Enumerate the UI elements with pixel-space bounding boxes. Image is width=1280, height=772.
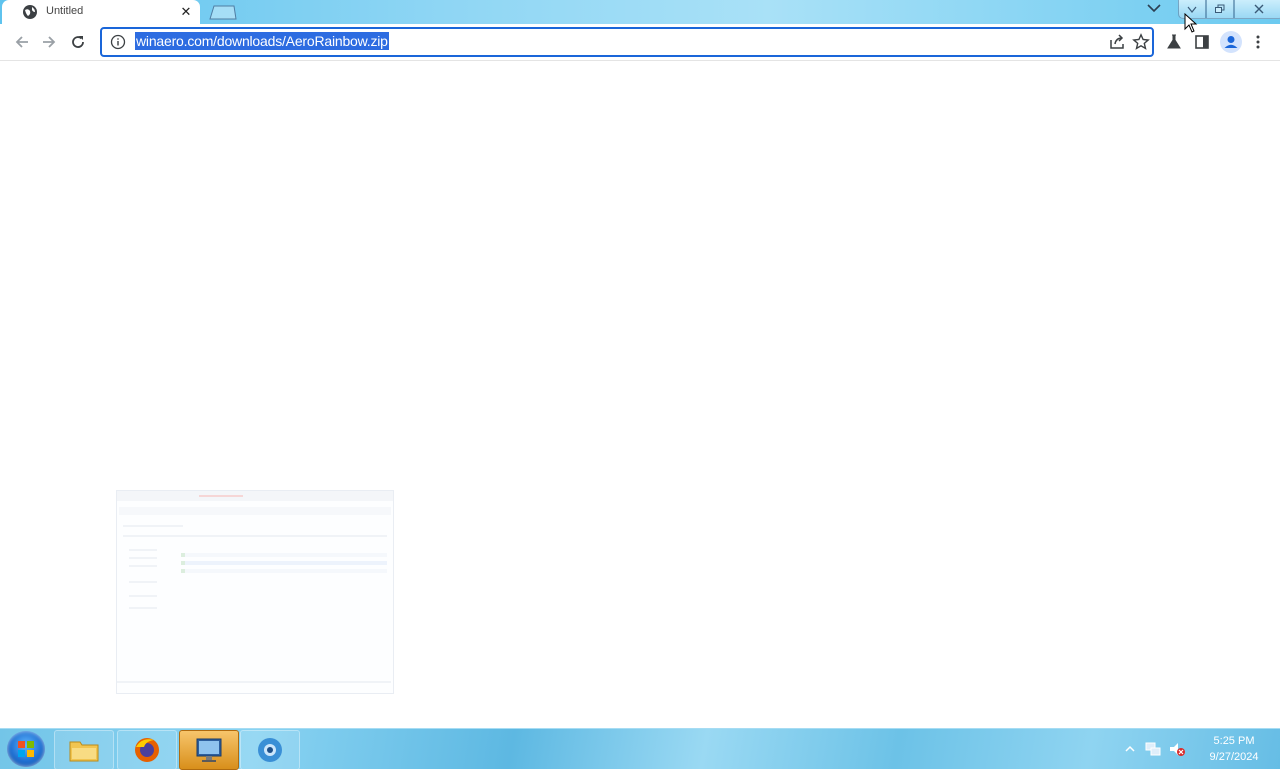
restore-icon — [1215, 4, 1225, 13]
taskbar-item-explorer[interactable] — [54, 730, 114, 770]
kebab-menu-icon — [1256, 35, 1260, 49]
windows-logo-icon — [18, 741, 34, 757]
network-icon[interactable] — [1144, 740, 1162, 758]
address-bar[interactable]: winaero.com/downloads/AeroRainbow.zip — [100, 27, 1154, 57]
volume-muted-icon[interactable] — [1168, 740, 1186, 758]
share-icon[interactable] — [1108, 33, 1126, 51]
site-info-icon[interactable] — [110, 34, 126, 50]
taskbar-item-browser[interactable] — [240, 730, 300, 770]
labs-flask-button[interactable] — [1164, 32, 1184, 52]
url-text[interactable]: winaero.com/downloads/AeroRainbow.zip — [135, 32, 389, 50]
side-panel-icon — [1195, 35, 1209, 49]
start-button[interactable] — [7, 731, 45, 767]
taskbar-clock[interactable]: 5:25 PM 9/27/2024 — [1198, 733, 1270, 765]
close-window-button[interactable] — [1234, 0, 1280, 19]
bookmark-star-icon[interactable] — [1132, 33, 1150, 51]
tray-overflow-arrow-icon[interactable] — [1124, 743, 1136, 755]
globe-icon — [23, 5, 37, 19]
taskbar-item-remote-desktop[interactable] — [179, 730, 239, 770]
tab-close-icon[interactable]: ✕ — [177, 3, 195, 21]
browser-toolbar: winaero.com/downloads/AeroRainbow.zip — [0, 24, 1280, 61]
back-arrow-icon — [15, 36, 28, 48]
tab-untitled[interactable]: Untitled ✕ — [2, 0, 200, 24]
person-icon — [1224, 36, 1238, 48]
taskbar: 5:25 PM 9/27/2024 — [0, 728, 1280, 770]
firefox-icon — [135, 738, 159, 762]
profile-avatar[interactable] — [1220, 31, 1242, 53]
new-tab-button[interactable] — [208, 4, 238, 20]
back-button[interactable] — [11, 31, 33, 53]
browser-menu-button[interactable] — [1248, 32, 1268, 52]
folder-icon — [69, 741, 99, 762]
flask-icon — [1167, 34, 1181, 49]
clock-date: 9/27/2024 — [1209, 751, 1259, 763]
faded-window-thumbnail — [116, 490, 394, 694]
tab-title: Untitled — [46, 5, 84, 17]
system-tray — [1124, 729, 1186, 769]
clock-time: 5:25 PM — [1213, 735, 1255, 747]
taskbar-item-firefox[interactable] — [117, 730, 177, 770]
mouse-cursor-icon — [1184, 13, 1198, 33]
monitor-icon — [196, 738, 222, 762]
close-icon — [1254, 4, 1264, 14]
browser-globe-icon — [258, 738, 282, 762]
reload-button[interactable] — [67, 31, 89, 53]
restore-button[interactable] — [1206, 0, 1234, 19]
reload-icon — [72, 36, 84, 48]
tab-strip: Untitled ✕ — [0, 0, 1280, 24]
side-panel-button[interactable] — [1192, 32, 1212, 52]
forward-arrow-icon — [43, 36, 56, 48]
tab-search-chevron-icon[interactable] — [1144, 0, 1164, 16]
forward-button[interactable] — [38, 31, 60, 53]
